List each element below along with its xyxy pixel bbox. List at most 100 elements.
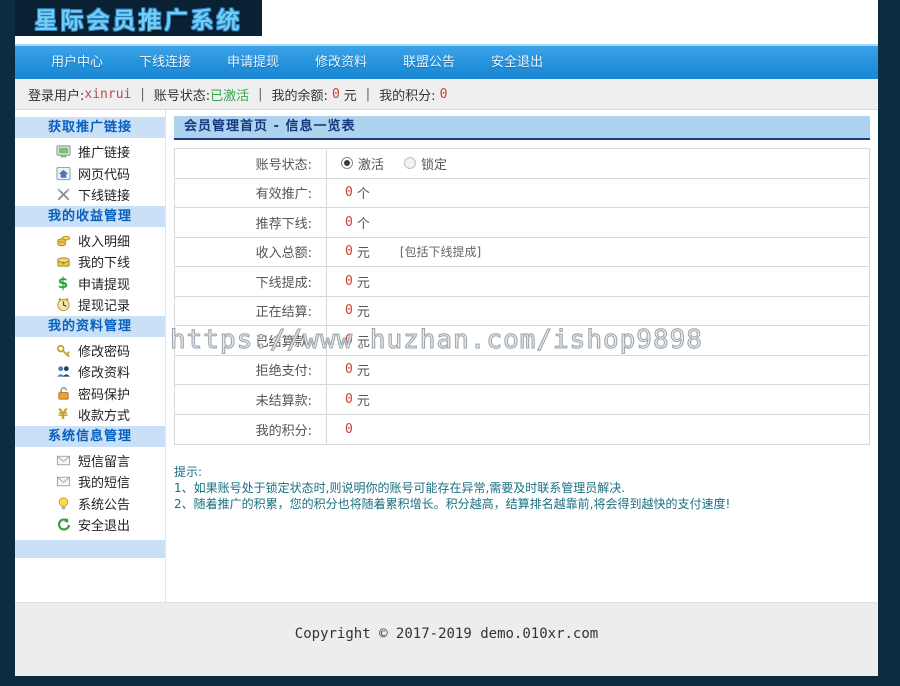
balance-label: 我的余额: (272, 85, 328, 104)
radio-active-label: 激活 (358, 154, 384, 173)
table-row-total-income: 收入总额: 0元[包括下线提成] (175, 238, 869, 268)
row-value: 0 (345, 274, 353, 289)
sidebar-item-label: 修改资料 (78, 362, 130, 381)
balance-value: 0 (332, 87, 340, 102)
row-label: 推荐下线: (175, 208, 327, 237)
sidebar-item-safe-logout[interactable]: 安全退出 (15, 514, 165, 536)
sidebar-section-income: 我的收益管理 (15, 206, 165, 227)
sidebar-section-profile: 我的资料管理 (15, 316, 165, 337)
sidebar-item-label: 提现记录 (78, 295, 130, 314)
row-unit: 个 (357, 183, 370, 202)
sidebar-item-sms-message[interactable]: 短信留言 (15, 450, 165, 472)
logo: 星际会员推广系统 (15, 0, 262, 36)
sidebar-item-income-detail[interactable]: 收入明细 (15, 230, 165, 252)
login-user-value: xinrui (84, 87, 131, 102)
nav-item-withdraw[interactable]: 申请提现 (209, 46, 297, 79)
separator: | (258, 87, 262, 102)
radio-locked-icon[interactable] (404, 157, 416, 169)
sidebar-item-label: 密码保护 (78, 384, 130, 403)
sidebar-item-label: 我的下线 (78, 252, 130, 271)
main-panel: 会员管理首页 - 信息一览表 账号状态: 激活 锁定 (166, 110, 878, 602)
home-page-icon (55, 165, 71, 181)
sidebar-item-label: 网页代码 (78, 164, 130, 183)
points-value: 0 (440, 87, 448, 102)
status-bar: 登录用户:xinrui | 账号状态:已激活 | 我的余额:0元 | 我的积分:… (15, 79, 878, 110)
sidebar-item-password-protect[interactable]: 密码保护 (15, 383, 165, 405)
sidebar-item-my-sms[interactable]: 我的短信 (15, 471, 165, 493)
row-label: 有效推广: (175, 179, 327, 208)
sidebar-item-label: 系统公告 (78, 494, 130, 513)
sidebar-item-label: 收入明细 (78, 231, 130, 250)
money-chest-icon (55, 254, 71, 270)
balance-unit: 元 (344, 85, 357, 104)
dollar-icon: $ (55, 275, 71, 291)
sidebar-item-label: 安全退出 (78, 515, 130, 534)
yen-icon: ¥ (55, 407, 71, 423)
row-value: 0 (345, 362, 353, 377)
row-note: [包括下线提成] (400, 243, 481, 260)
nav-item-downline-link[interactable]: 下线连接 (121, 46, 209, 79)
points-label: 我的积分: (379, 85, 435, 104)
row-value: 0 (345, 333, 353, 348)
sidebar-item-my-downline[interactable]: 我的下线 (15, 251, 165, 273)
row-value: 0 (345, 185, 353, 200)
sidebar-item-label: 我的短信 (78, 472, 130, 491)
sidebar-item-label: 申请提现 (78, 274, 130, 293)
sidebar-item-label: 短信留言 (78, 451, 130, 470)
sidebar-item-withdraw-record[interactable]: 提现记录 (15, 294, 165, 316)
row-value: 0 (345, 422, 353, 437)
tools-icon (55, 187, 71, 203)
table-row-settling: 正在结算: 0元 (175, 297, 869, 327)
nav-item-user-center[interactable]: 用户中心 (33, 46, 121, 79)
coins-icon (55, 232, 71, 248)
table-row-settled: 已结算款: 0元 (175, 326, 869, 356)
nav-item-logout[interactable]: 安全退出 (473, 46, 561, 79)
sidebar-item-downline-link[interactable]: 下线链接 (15, 184, 165, 206)
radio-option-active[interactable]: 激活 (341, 154, 384, 173)
nav-item-edit-profile[interactable]: 修改资料 (297, 46, 385, 79)
logout-arrow-icon (55, 517, 71, 533)
envelope-icon (55, 474, 71, 490)
radio-option-locked[interactable]: 锁定 (404, 154, 447, 173)
table-row-downline-commission: 下线提成: 0元 (175, 267, 869, 297)
row-unit: 元 (357, 331, 370, 350)
sidebar-item-label: 修改密码 (78, 341, 130, 360)
users-icon (55, 364, 71, 380)
sidebar-item-withdraw-apply[interactable]: $ 申请提现 (15, 273, 165, 295)
page-container: 星际会员推广系统 用户中心 下线连接 申请提现 修改资料 联盟公告 安全退出 登… (15, 0, 878, 676)
table-row-account-status: 账号状态: 激活 锁定 (175, 149, 869, 179)
tips-line-1: 1、如果账号处于锁定状态时,则说明你的账号可能存在异常,需要及时联系管理员解决. (174, 480, 870, 496)
sidebar: 获取推广链接 推广链接 网页代码 下线链接 我的收益管理 收入明细 我的下线 (15, 110, 166, 602)
sidebar-item-label: 推广链接 (78, 142, 130, 161)
row-label: 收入总额: (175, 238, 327, 267)
separator: | (140, 87, 144, 102)
sidebar-item-change-password[interactable]: 修改密码 (15, 340, 165, 362)
table-row-my-points: 我的积分: 0 (175, 415, 869, 445)
sidebar-item-system-notice[interactable]: 系统公告 (15, 493, 165, 515)
sidebar-item-payment-method[interactable]: ¥ 收款方式 (15, 404, 165, 426)
row-unit: 元 (357, 360, 370, 379)
sidebar-item-edit-profile[interactable]: 修改资料 (15, 361, 165, 383)
account-status-label: 账号状态: (154, 85, 210, 104)
account-status-radio-group: 激活 锁定 (341, 154, 447, 173)
nav-item-alliance-notice[interactable]: 联盟公告 (385, 46, 473, 79)
sidebar-item-promo-link[interactable]: 推广链接 (15, 141, 165, 163)
row-unit: 元 (357, 301, 370, 320)
row-label: 下线提成: (175, 267, 327, 296)
row-value: 0 (345, 244, 353, 259)
lock-icon (55, 385, 71, 401)
clock-icon (55, 297, 71, 313)
row-unit: 元 (357, 272, 370, 291)
footer: Copyright © 2017-2019 demo.010xr.com (15, 602, 878, 676)
radio-active-icon[interactable] (341, 157, 353, 169)
account-status-value: 已激活 (210, 85, 249, 104)
separator: | (366, 87, 370, 102)
row-label: 正在结算: (175, 297, 327, 326)
sidebar-item-web-code[interactable]: 网页代码 (15, 163, 165, 185)
table-row-referred-downline: 推荐下线: 0个 (175, 208, 869, 238)
site-title: 星际会员推广系统 (35, 1, 243, 35)
lightbulb-icon (55, 495, 71, 511)
header: 星际会员推广系统 (15, 0, 878, 44)
envelope-icon (55, 452, 71, 468)
row-label: 未结算款: (175, 385, 327, 414)
